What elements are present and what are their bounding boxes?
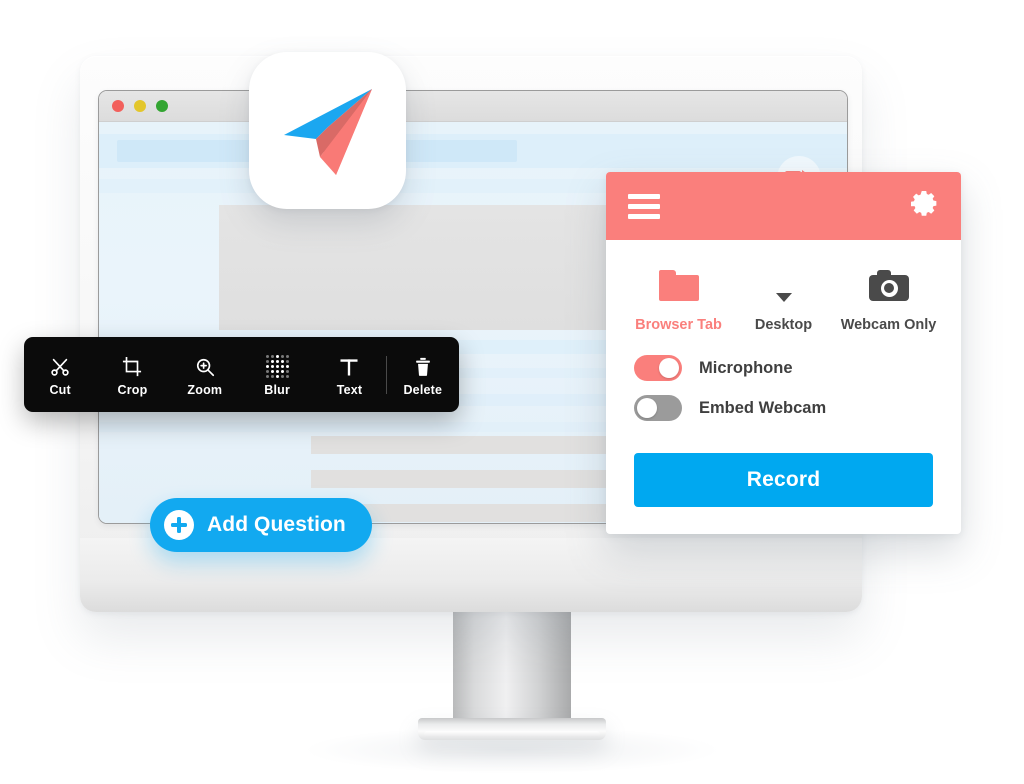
- gear-icon[interactable]: [909, 189, 939, 224]
- tool-zoom[interactable]: Zoom: [169, 352, 241, 397]
- tool-blur[interactable]: Blur: [241, 352, 313, 397]
- paper-plane-logo-icon: [283, 88, 372, 175]
- source-label: Webcam Only: [840, 317, 937, 333]
- recorder-panel: Browser Tab Desktop Webcam Only Micropho…: [606, 172, 961, 534]
- embed-webcam-toggle[interactable]: [634, 395, 682, 421]
- text-t-icon: [338, 352, 360, 378]
- source-webcam-only[interactable]: Webcam Only: [836, 264, 941, 333]
- edit-toolbar: Cut Crop Zoom Blur Text Delete: [24, 337, 459, 412]
- close-button[interactable]: [112, 100, 124, 112]
- tool-label: Blur: [264, 383, 291, 398]
- tool-crop[interactable]: Crop: [96, 352, 168, 397]
- recorder-toggles: Microphone Embed Webcam: [606, 333, 961, 421]
- scissors-icon: [49, 352, 71, 378]
- app-logo-tile: [249, 52, 406, 209]
- content-text-placeholder: [311, 470, 641, 488]
- magnifier-plus-icon: [194, 352, 216, 378]
- record-button[interactable]: Record: [634, 453, 933, 507]
- tool-delete[interactable]: Delete: [387, 352, 459, 397]
- minimize-button[interactable]: [134, 100, 146, 112]
- record-button-wrap: Record: [606, 435, 961, 507]
- crop-icon: [121, 352, 143, 378]
- source-browser-tab[interactable]: Browser Tab: [626, 264, 731, 333]
- toggle-label: Microphone: [699, 358, 793, 377]
- tool-label: Delete: [403, 383, 443, 398]
- monitor-stand-neck: [453, 608, 571, 720]
- source-label: Browser Tab: [635, 317, 722, 333]
- blur-dots-icon: [265, 352, 289, 379]
- source-desktop[interactable]: Desktop: [731, 264, 836, 333]
- tool-label: Cut: [49, 383, 71, 398]
- add-question-label: Add Question: [207, 513, 346, 536]
- tool-label: Crop: [117, 383, 148, 398]
- microphone-toggle[interactable]: [634, 355, 682, 381]
- tool-cut[interactable]: Cut: [24, 352, 96, 397]
- folder-icon: [658, 264, 699, 306]
- content-text-placeholder: [311, 436, 641, 454]
- monitor-icon: [764, 264, 804, 306]
- embed-webcam-toggle-row[interactable]: Embed Webcam: [634, 395, 961, 421]
- camera-icon: [868, 264, 909, 306]
- content-image-placeholder: [219, 205, 614, 330]
- monitor-stand-base: [418, 718, 606, 740]
- microphone-toggle-row[interactable]: Microphone: [634, 355, 961, 381]
- toggle-label: Embed Webcam: [699, 398, 827, 417]
- recorder-sources: Browser Tab Desktop Webcam Only: [606, 240, 961, 333]
- tool-text[interactable]: Text: [313, 352, 385, 397]
- tool-label: Zoom: [187, 383, 223, 398]
- maximize-button[interactable]: [156, 100, 168, 112]
- plus-circle-icon: [164, 510, 194, 540]
- hamburger-menu-icon[interactable]: [628, 193, 660, 219]
- tool-label: Text: [336, 383, 363, 398]
- recorder-header: [606, 172, 961, 240]
- scene: Cut Crop Zoom Blur Text Delete Add Quest…: [0, 0, 1024, 784]
- browser-titlebar: [99, 91, 847, 122]
- source-label: Desktop: [754, 317, 813, 333]
- trash-icon: [412, 352, 434, 378]
- add-question-button[interactable]: Add Question: [150, 498, 372, 552]
